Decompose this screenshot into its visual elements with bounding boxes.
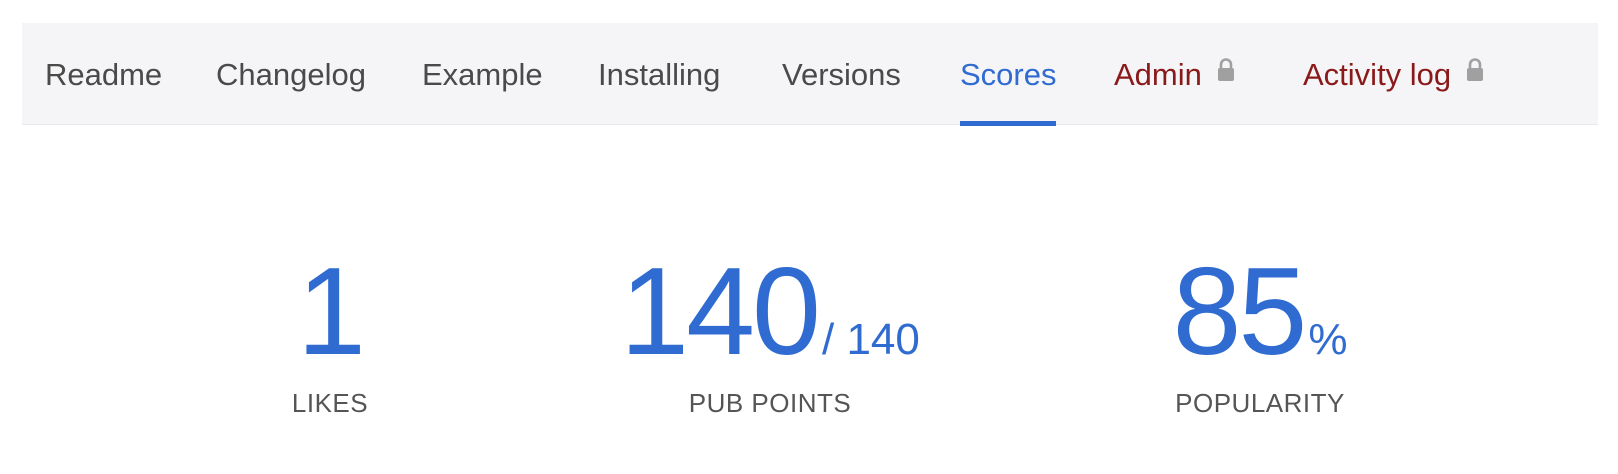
pub-points-score: 140 / 140 PUB POINTS [600,250,940,419]
tab-activity-log[interactable]: Activity log [1303,23,1485,125]
tab-label: Versions [782,56,901,92]
popularity-score: 85 % POPULARITY [1110,250,1410,419]
tab-admin[interactable]: Admin [1114,23,1236,125]
tab-label: Example [422,56,543,92]
tab-installing[interactable]: Installing [598,23,720,125]
tab-example[interactable]: Example [422,23,543,125]
tab-label: Admin [1114,56,1202,92]
popularity-value-row: 85 % [1110,250,1410,374]
likes-caption: LIKES [291,388,369,418]
popularity-value: 85 [1172,243,1307,381]
package-page: Readme Changelog Example Installing Vers… [0,0,1618,474]
tab-readme[interactable]: Readme [45,23,162,125]
package-tab-bar: Readme Changelog Example Installing Vers… [22,23,1598,126]
tab-label: Scores [960,56,1057,92]
tab-label: Activity log [1303,56,1452,92]
pub-points-value: 140 [620,243,821,381]
pub-points-value-row: 140 / 140 [600,250,940,374]
likes-value-row: 1 [230,250,430,374]
popularity-caption: POPULARITY [1175,388,1345,418]
pub-points-max: / 140 [822,315,920,364]
tab-label: Readme [45,56,163,92]
tab-label: Changelog [216,56,366,92]
pub-points-caption: PUB POINTS [688,388,852,418]
tab-label: Installing [598,56,721,92]
tab-scores[interactable]: Scores [960,23,1057,126]
likes-score: 1 LIKES [230,250,430,419]
tab-changelog[interactable]: Changelog [216,23,366,125]
lock-icon [1216,57,1236,83]
popularity-unit: % [1308,315,1348,364]
tab-versions[interactable]: Versions [782,23,901,125]
likes-value: 1 [297,243,366,381]
lock-icon [1465,57,1485,83]
